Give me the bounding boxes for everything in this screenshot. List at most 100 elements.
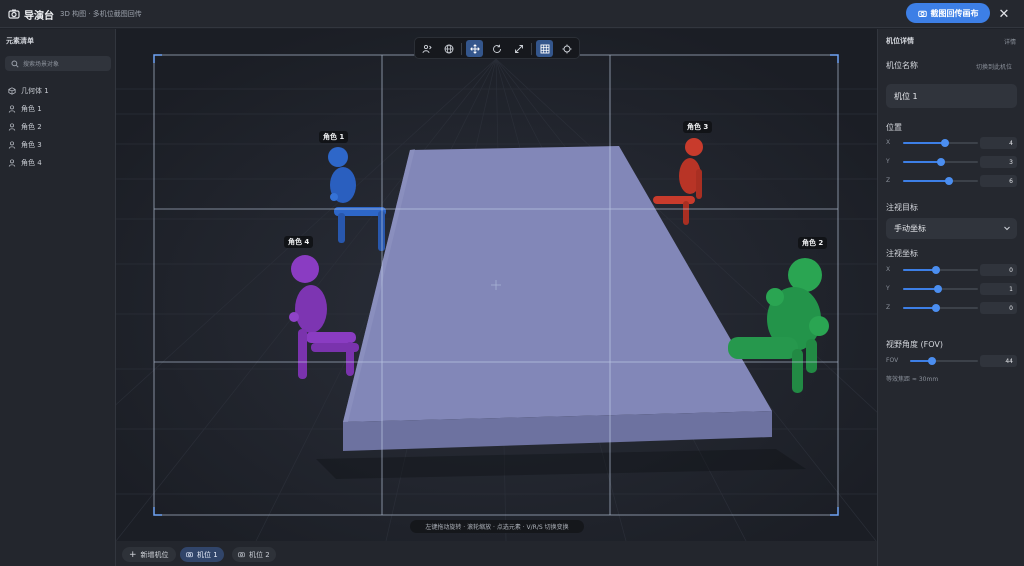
details-badge: 详情: [1004, 39, 1017, 46]
slider-knob[interactable]: [928, 357, 936, 365]
position-z-slider[interactable]: [903, 177, 978, 185]
tool-grid[interactable]: [536, 40, 553, 57]
camera-details-panel: 机位详情 详情 机位名称 切换到此机位 机位 1 位置 X 4 Y 3 Z 6 …: [877, 29, 1024, 566]
fov-axis-label: FOV: [886, 357, 899, 364]
look-x-slider[interactable]: [903, 266, 978, 274]
person-move-icon: [422, 44, 432, 53]
character-2-label: 角色 2: [798, 237, 828, 249]
element-list-panel: 元素清单 搜索场景对象 几何体 1 角色 1 角色 2 角色 3 角色 4: [0, 29, 116, 566]
focal-length-note: 等效焦距 ≈ 30mm: [886, 376, 939, 383]
look-z-slider[interactable]: [903, 304, 978, 312]
axis-label-z: Z: [886, 177, 891, 184]
character-1-label: 角色 1: [319, 131, 349, 143]
app-subtitle: 3D 构图 · 多机位截图回传: [60, 10, 142, 18]
fov-label: 视野角度 (FOV): [886, 340, 944, 349]
position-z-input[interactable]: 6: [980, 175, 1017, 187]
capture-button-label: 截图回传画布: [930, 8, 979, 18]
camera-tab-label: 机位 1: [197, 550, 218, 559]
tool-crosshair[interactable]: [558, 40, 575, 57]
look-y-row: Y 1: [886, 283, 1017, 295]
tool-rotate[interactable]: [488, 40, 505, 57]
look-x-input[interactable]: 0: [980, 264, 1017, 276]
list-item-label: 角色 4: [21, 159, 42, 167]
camera-icon: [917, 10, 927, 17]
person-icon: [8, 105, 16, 113]
toolbar-separator: [531, 43, 532, 55]
search-input[interactable]: 搜索场景对象: [5, 56, 111, 71]
axis-label-x: X: [886, 139, 891, 146]
tool-scale[interactable]: [510, 40, 527, 57]
move-icon: [469, 43, 480, 54]
look-target-select[interactable]: 手动坐标: [886, 218, 1017, 239]
close-button[interactable]: ✕: [995, 5, 1013, 23]
scale-icon: [514, 44, 523, 53]
position-y-row: Y 3: [886, 156, 1017, 168]
chevron-down-icon: [1004, 226, 1010, 231]
position-z-row: Z 6: [886, 175, 1017, 187]
slider-knob[interactable]: [932, 266, 940, 274]
3d-viewport[interactable]: 角色 1 角色 3 角色 2 角色 4 左键拖动旋转 · 滚轮缩放 · 点选元素…: [116, 29, 877, 541]
slider-knob[interactable]: [937, 158, 945, 166]
character-4-label: 角色 4: [284, 236, 314, 248]
grid-icon: [540, 44, 549, 53]
camera-tab-1[interactable]: 机位 1: [180, 547, 224, 562]
fov-row: FOV 44: [886, 355, 1017, 367]
add-camera-button[interactable]: + 新增机位: [122, 547, 176, 562]
tool-globe[interactable]: [440, 40, 457, 57]
slider-knob[interactable]: [941, 139, 949, 147]
position-y-slider[interactable]: [903, 158, 978, 166]
slider-knob[interactable]: [932, 304, 940, 312]
globe-icon: [444, 44, 453, 53]
person-icon: [8, 159, 16, 167]
panel-title: 元素清单: [6, 37, 34, 45]
fov-slider[interactable]: [910, 357, 978, 365]
close-icon: ✕: [998, 6, 1010, 22]
list-item-geometry-1[interactable]: 几何体 1: [8, 85, 49, 97]
look-z-row: Z 0: [886, 302, 1017, 314]
tool-move[interactable]: [466, 40, 483, 57]
slider-knob[interactable]: [945, 177, 953, 185]
search-placeholder: 搜索场景对象: [23, 61, 60, 68]
camera-icon: [186, 552, 193, 558]
list-item-label: 角色 2: [21, 123, 42, 131]
axis-label-y: Y: [886, 158, 890, 165]
tool-person-move[interactable]: [418, 40, 435, 57]
scene-canvas[interactable]: [116, 29, 877, 541]
camera-tab-2[interactable]: 机位 2: [232, 547, 276, 562]
look-z-input[interactable]: 0: [980, 302, 1017, 314]
axis-label-z: Z: [886, 304, 891, 311]
rotate-icon: [492, 44, 501, 53]
axis-label-y: Y: [886, 285, 890, 292]
look-y-slider[interactable]: [903, 285, 978, 293]
add-camera-label: 新增机位: [140, 550, 169, 559]
crosshair-icon: [562, 44, 571, 53]
search-icon: [11, 59, 19, 68]
slider-knob[interactable]: [934, 285, 942, 293]
camera-icon: [8, 9, 20, 19]
list-item-label: 角色 3: [21, 141, 42, 149]
list-item-character-4[interactable]: 角色 4: [8, 157, 42, 169]
transform-toolbar: [414, 37, 580, 59]
list-item-character-1[interactable]: 角色 1: [8, 103, 42, 115]
list-item-character-3[interactable]: 角色 3: [8, 139, 42, 151]
person-icon: [8, 123, 16, 131]
controls-hint: 左键拖动旋转 · 滚轮缩放 · 点选元素 · V/R/S 切换变换: [410, 520, 584, 533]
switch-to-camera-link[interactable]: 切换到此机位: [976, 62, 1012, 71]
look-x-row: X 0: [886, 264, 1017, 276]
list-item-label: 几何体 1: [21, 87, 49, 95]
camera-tabs-bar: + 新增机位 机位 1 机位 2: [116, 541, 877, 566]
person-icon: [8, 141, 16, 149]
camera-name-input[interactable]: 机位 1: [886, 84, 1017, 108]
camera-tab-label: 机位 2: [249, 550, 270, 559]
position-x-input[interactable]: 4: [980, 137, 1017, 149]
camera-name-label: 机位名称: [886, 61, 918, 70]
character-3-label: 角色 3: [683, 121, 713, 133]
fov-input[interactable]: 44: [980, 355, 1017, 367]
list-item-character-2[interactable]: 角色 2: [8, 121, 42, 133]
capture-to-canvas-button[interactable]: 截图回传画布: [906, 3, 990, 23]
position-y-input[interactable]: 3: [980, 156, 1017, 168]
look-target-value: 手动坐标: [894, 224, 926, 233]
position-x-slider[interactable]: [903, 139, 978, 147]
look-y-input[interactable]: 1: [980, 283, 1017, 295]
position-x-row: X 4: [886, 137, 1017, 149]
